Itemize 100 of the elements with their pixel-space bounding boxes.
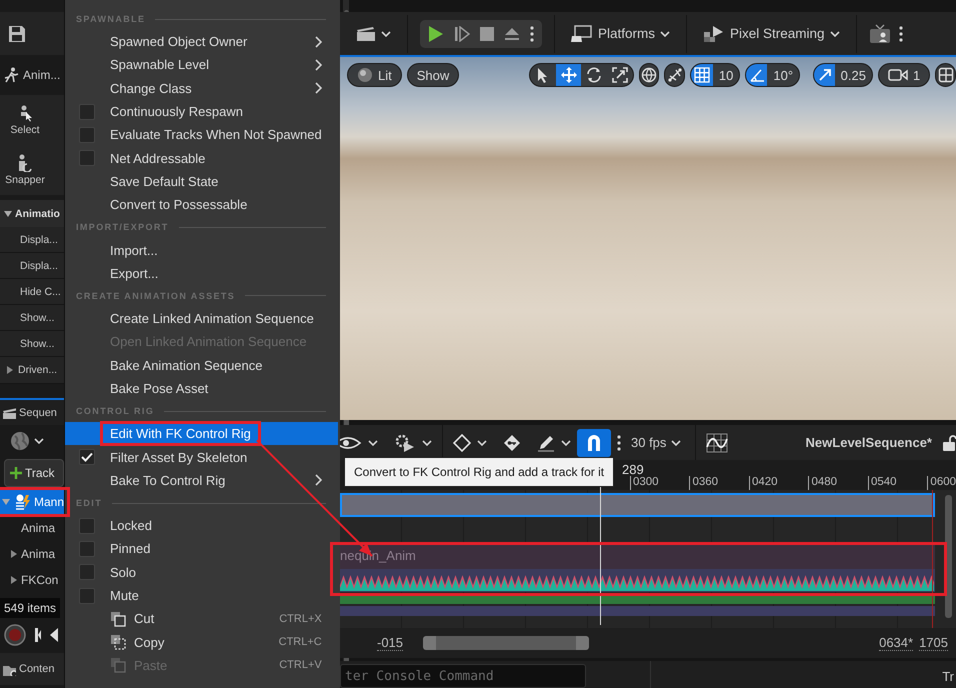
menu-item[interactable]: Export... [65, 262, 338, 285]
content-browser-tab[interactable]: Conten [0, 653, 64, 685]
caret-icon[interactable] [381, 30, 391, 36]
menu-item[interactable]: Pinned [65, 537, 338, 561]
menu-item[interactable]: Create Linked Animation Sequence [65, 306, 338, 330]
viewport-layout-button[interactable] [935, 63, 956, 87]
pencil-icon[interactable] [537, 434, 555, 452]
menu-item[interactable]: Bake Pose Asset [65, 376, 338, 400]
tree-item[interactable]: Anima [0, 541, 64, 567]
paste-icon [110, 657, 126, 674]
menu-item[interactable]: Evaluate Tracks When Not Spawned [65, 123, 338, 146]
cut-icon [110, 610, 126, 627]
frame-rate-dropdown[interactable]: 30 fps [627, 433, 686, 452]
menu-item[interactable]: Solo [65, 560, 338, 584]
advance-frame-icon[interactable] [454, 26, 470, 42]
menu-item[interactable]: Spawnable Level [65, 53, 338, 77]
caret-icon[interactable] [422, 440, 432, 446]
menu-item[interactable]: Bake Animation Sequence [65, 354, 338, 377]
broadcast-tv-icon[interactable] [868, 24, 891, 44]
menu-item[interactable]: Copy CTRL+C [65, 630, 338, 654]
checkbox[interactable] [79, 564, 95, 580]
sequencer-tab[interactable]: Sequen [0, 398, 64, 425]
track-section-bar[interactable] [340, 493, 935, 517]
save-icon[interactable] [8, 24, 26, 42]
more-options-icon[interactable] [898, 26, 903, 42]
video-camera-icon [888, 68, 908, 82]
menu-item[interactable]: Import... [65, 238, 338, 262]
caret-icon[interactable] [671, 440, 682, 446]
menu-item[interactable]: Spawned Object Owner [65, 30, 338, 54]
expander-icon[interactable] [10, 550, 18, 558]
menu-item[interactable]: Mute [65, 584, 338, 608]
stop-icon[interactable] [480, 26, 494, 40]
menu-item[interactable]: Continuously Respawn [65, 100, 338, 124]
more-options-icon[interactable] [617, 434, 621, 450]
show-button[interactable]: Show [406, 63, 460, 87]
globe-icon[interactable] [10, 431, 30, 451]
menu-item[interactable]: Convert to Possessable [65, 193, 338, 216]
world-space-button[interactable] [638, 63, 660, 87]
tool-button[interactable]: Snapper [0, 145, 50, 195]
unlocked-padlock-icon[interactable] [942, 434, 956, 450]
range-current-end[interactable]: 0634* [879, 635, 914, 651]
property-label: Show... [20, 312, 54, 324]
menu-item[interactable]: Filter Asset By Skeleton [65, 445, 338, 469]
console-input[interactable]: ter Console Command [340, 664, 586, 688]
transform-tool-button[interactable] [556, 64, 582, 86]
eye-icon[interactable] [340, 436, 362, 450]
surface-snapping-button[interactable] [664, 63, 686, 87]
expander-icon[interactable] [10, 576, 18, 584]
camera-speed-button[interactable]: 1 [878, 63, 930, 87]
angle-snap-toggle[interactable] [746, 64, 768, 86]
mode-tab-label[interactable]: Anim... [23, 68, 60, 82]
checkbox[interactable] [79, 104, 95, 120]
eject-icon[interactable] [504, 26, 520, 40]
menu-item[interactable]: Net Addressable [65, 146, 338, 170]
checkbox[interactable] [79, 449, 95, 466]
tool-button[interactable]: Select [0, 95, 50, 145]
caret-icon[interactable] [477, 440, 487, 446]
grid-icon [694, 67, 710, 83]
key-icon[interactable] [503, 434, 521, 452]
menu-item[interactable]: Locked [65, 514, 338, 538]
tree-item[interactable]: FKCon [0, 567, 64, 593]
pixel-streaming-dropdown[interactable]: Pixel Streaming [699, 22, 844, 44]
record-button-icon[interactable] [4, 624, 26, 646]
caret-icon[interactable] [561, 440, 571, 446]
caret-icon[interactable] [660, 30, 670, 36]
curve-editor-icon[interactable] [706, 432, 728, 452]
caret-icon[interactable] [830, 30, 840, 36]
platforms-dropdown[interactable]: Platforms [567, 22, 674, 44]
more-options-icon[interactable] [530, 26, 534, 42]
menu-item[interactable]: Bake To Control Rig [65, 468, 338, 492]
add-track-button[interactable]: Track [4, 459, 64, 487]
checkbox[interactable] [79, 518, 95, 534]
checkbox[interactable] [79, 540, 95, 557]
scale-snap-toggle[interactable] [814, 64, 835, 86]
view-mode-button[interactable]: Lit [347, 63, 402, 87]
rotate-tool-icon [585, 66, 604, 84]
range-end[interactable]: 1705 [919, 635, 948, 651]
menu-item[interactable]: Cut CTRL+X [65, 607, 338, 631]
range-start[interactable]: -015 [377, 635, 404, 651]
caret-icon[interactable] [368, 440, 378, 446]
expander-icon[interactable] [6, 366, 14, 374]
jump-to-start-icon[interactable] [34, 627, 42, 643]
section-header[interactable]: Animatio [0, 200, 64, 227]
checkbox[interactable] [79, 588, 95, 604]
tree-item[interactable]: Anima [0, 515, 64, 541]
checkbox[interactable] [79, 150, 95, 166]
timeline-scrollbar[interactable] [423, 636, 590, 650]
step-back-icon[interactable] [50, 628, 58, 642]
tree-item[interactable]: Mann [0, 489, 64, 515]
snap-toggle[interactable] [577, 428, 611, 456]
playback-options-icon[interactable] [394, 432, 416, 452]
checkbox[interactable] [79, 126, 95, 143]
expander-icon[interactable] [4, 210, 12, 218]
caret-icon[interactable] [34, 438, 44, 444]
keyframe-diamond-icon[interactable] [453, 434, 471, 452]
property-group-row[interactable]: Driven... [0, 357, 64, 384]
grid-snap-toggle[interactable] [691, 64, 713, 86]
menu-item[interactable]: Save Default State [65, 170, 338, 194]
play-icon[interactable] [428, 24, 444, 42]
menu-item[interactable]: Change Class [65, 76, 338, 100]
